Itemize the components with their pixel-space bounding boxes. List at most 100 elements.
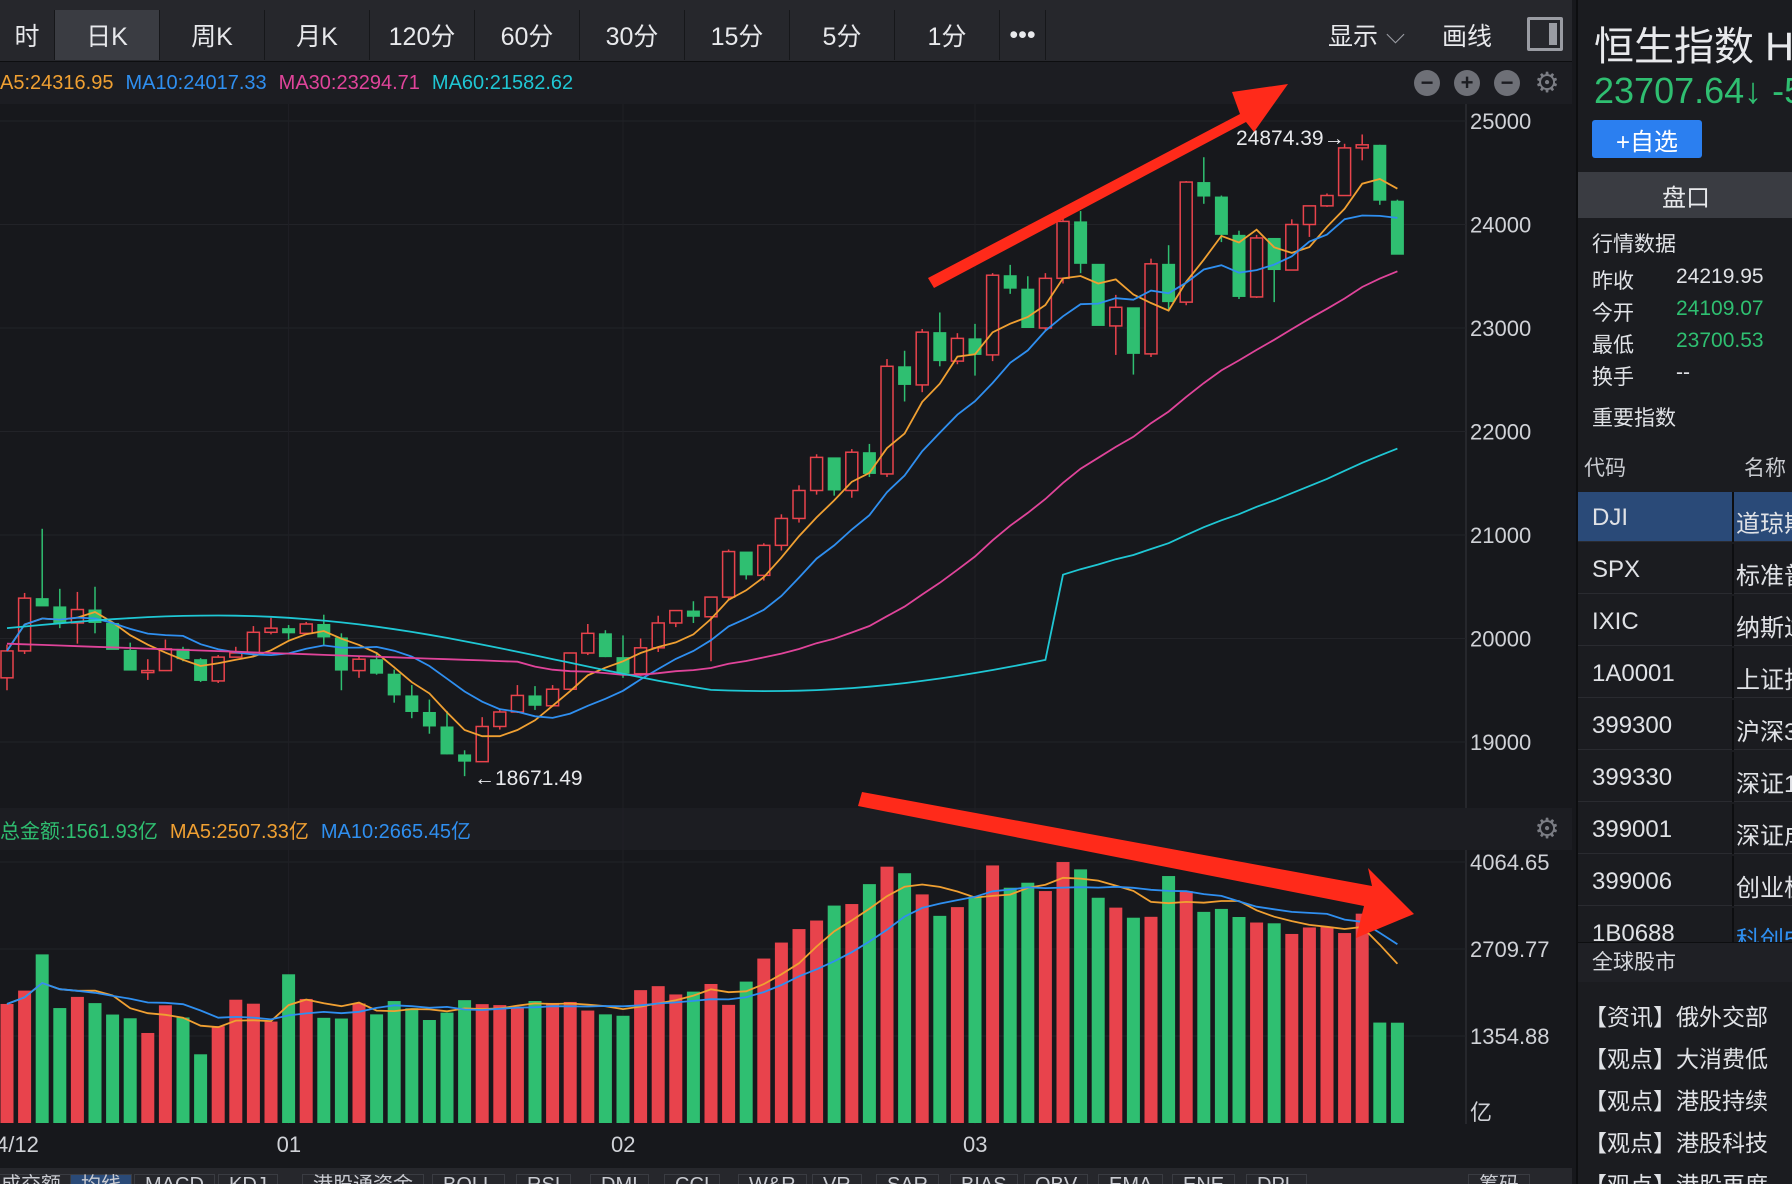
- indicator-tab-11[interactable]: SAR: [876, 1174, 940, 1184]
- indicator-tab-3[interactable]: KDJ: [218, 1174, 278, 1184]
- candle-body: [985, 274, 1000, 356]
- volume-bar: [299, 998, 313, 1123]
- volume-bar: [405, 1008, 419, 1123]
- candle-body: [774, 517, 789, 547]
- candle-body: [334, 637, 348, 671]
- column-divider: [1732, 856, 1734, 906]
- volume-bar: [18, 990, 32, 1123]
- candle-body: [1021, 288, 1035, 328]
- candle-body: [809, 456, 824, 492]
- volume-bar: [1232, 917, 1246, 1123]
- indicator-tab-1[interactable]: 均线: [70, 1174, 132, 1184]
- candle-body: [968, 338, 982, 355]
- index-row[interactable]: 399006 创业板指: [1578, 856, 1792, 906]
- volume-bar: [1320, 926, 1334, 1123]
- global-markets-section[interactable]: 全球股市: [1578, 942, 1792, 982]
- news-item[interactable]: 【观点】 港股科技: [1584, 1124, 1768, 1158]
- index-name: 深证成指: [1736, 823, 1792, 850]
- indicator-tab-17[interactable]: 筹码: [1468, 1174, 1530, 1184]
- column-divider: [1732, 544, 1734, 594]
- index-code: DJI: [1592, 504, 1628, 531]
- indicator-tab-12[interactable]: BIAS: [950, 1174, 1018, 1184]
- volume-bar: [722, 1004, 736, 1123]
- index-row[interactable]: SPX 标准普尔: [1578, 544, 1792, 594]
- column-divider: [1732, 648, 1734, 698]
- candle-body: [721, 550, 736, 598]
- index-name: 标准普尔: [1736, 563, 1792, 590]
- add-watchlist-button[interactable]: +自选: [1592, 120, 1702, 158]
- index-code: 399001: [1592, 816, 1673, 843]
- index-row[interactable]: IXIC 纳斯达克: [1578, 596, 1792, 646]
- index-code: 399006: [1592, 868, 1673, 895]
- volume-bar: [528, 1000, 542, 1123]
- candle-body: [1249, 237, 1264, 298]
- indicator-tab-13[interactable]: OBV: [1024, 1174, 1089, 1184]
- volume-bar: [616, 1015, 630, 1123]
- news-tag: 【观点】: [1584, 1088, 1676, 1114]
- index-row[interactable]: 399330 深证100: [1578, 752, 1792, 802]
- kline-chart[interactable]: 25000 24000 23000 22000 21000 20000 19000 4064.…: [0, 0, 1572, 1168]
- volume-bar: [53, 1008, 67, 1123]
- price-tick-label: 22000: [1470, 420, 1531, 445]
- volume-bar: [1056, 862, 1070, 1123]
- indicator-tab-15[interactable]: ENE: [1172, 1174, 1236, 1184]
- volume-bar: [915, 894, 929, 1123]
- quote-key: 今开: [1592, 302, 1634, 325]
- indicator-tab-16[interactable]: DPL: [1246, 1174, 1307, 1184]
- candle-body: [458, 754, 472, 762]
- indicator-tab-10[interactable]: VR: [812, 1174, 862, 1184]
- index-code: SPX: [1592, 556, 1641, 583]
- news-item[interactable]: 【观点】 大消费低: [1584, 1040, 1768, 1074]
- tab-pankou[interactable]: 盘口: [1578, 172, 1792, 218]
- candle-body: [1091, 263, 1105, 326]
- indicator-tab-14[interactable]: EMA: [1098, 1174, 1164, 1184]
- indicator-tab-6[interactable]: RSI: [516, 1174, 572, 1184]
- candle-body: [282, 628, 296, 634]
- index-code: IXIC: [1592, 608, 1639, 635]
- indicator-tab-0[interactable]: 成交额: [0, 1174, 72, 1184]
- volume-bar: [598, 1014, 612, 1123]
- volume-bar: [1214, 908, 1228, 1123]
- volume-bar: [370, 1014, 384, 1123]
- indicator-tab-8[interactable]: CCI: [664, 1174, 721, 1184]
- column-divider: [1732, 700, 1734, 750]
- volume-bar: [1144, 916, 1158, 1123]
- index-name: 上证指数: [1736, 667, 1792, 694]
- indicator-tab-2[interactable]: MACD: [134, 1174, 215, 1184]
- news-item[interactable]: 【观点】港股再度: [1584, 1166, 1768, 1184]
- candle-body: [299, 623, 313, 635]
- volume-bar: [440, 1012, 454, 1123]
- volume-bar: [0, 1003, 14, 1123]
- volume-bar: [1285, 933, 1299, 1123]
- index-row[interactable]: 1A0001 上证指数: [1578, 648, 1792, 698]
- index-row[interactable]: 399001 深证成指: [1578, 804, 1792, 854]
- indicator-tab-7[interactable]: DMI: [590, 1174, 649, 1184]
- candle-body: [1179, 181, 1193, 303]
- volume-bar: [1355, 913, 1369, 1123]
- news-item[interactable]: 【观点】 港股持续: [1584, 1082, 1768, 1116]
- volume-bar: [739, 981, 753, 1123]
- volume-bar: [229, 999, 243, 1123]
- indicator-tab-9[interactable]: W&R: [738, 1174, 807, 1184]
- candle-body: [686, 610, 700, 617]
- index-row[interactable]: 399300 沪深300: [1578, 700, 1792, 750]
- candle-body: [1302, 205, 1317, 226]
- news-item[interactable]: 【资讯】 俄外交部: [1584, 998, 1768, 1032]
- date-tick-label: 03: [963, 1132, 987, 1157]
- indicator-tab-5[interactable]: BOLL: [432, 1174, 506, 1184]
- index-row[interactable]: DJI 道琼斯: [1578, 492, 1792, 542]
- volume-bar: [510, 1006, 524, 1123]
- index-name: 道琼斯: [1736, 511, 1792, 538]
- candle-body: [1003, 275, 1017, 289]
- low-annotation: ←18671.49: [474, 767, 583, 790]
- indicator-tab-4[interactable]: 港股通资金: [302, 1174, 424, 1184]
- candle-body: [915, 331, 929, 386]
- volume-bar: [1250, 922, 1264, 1123]
- candle-body: [1285, 223, 1299, 271]
- volume-bar: [862, 884, 876, 1123]
- candle-body: [1214, 196, 1228, 235]
- volume-bar: [898, 873, 912, 1123]
- volume-bar: [176, 1017, 190, 1123]
- candle-body: [1197, 182, 1211, 197]
- high-annotation: 24874.39→: [1236, 127, 1345, 150]
